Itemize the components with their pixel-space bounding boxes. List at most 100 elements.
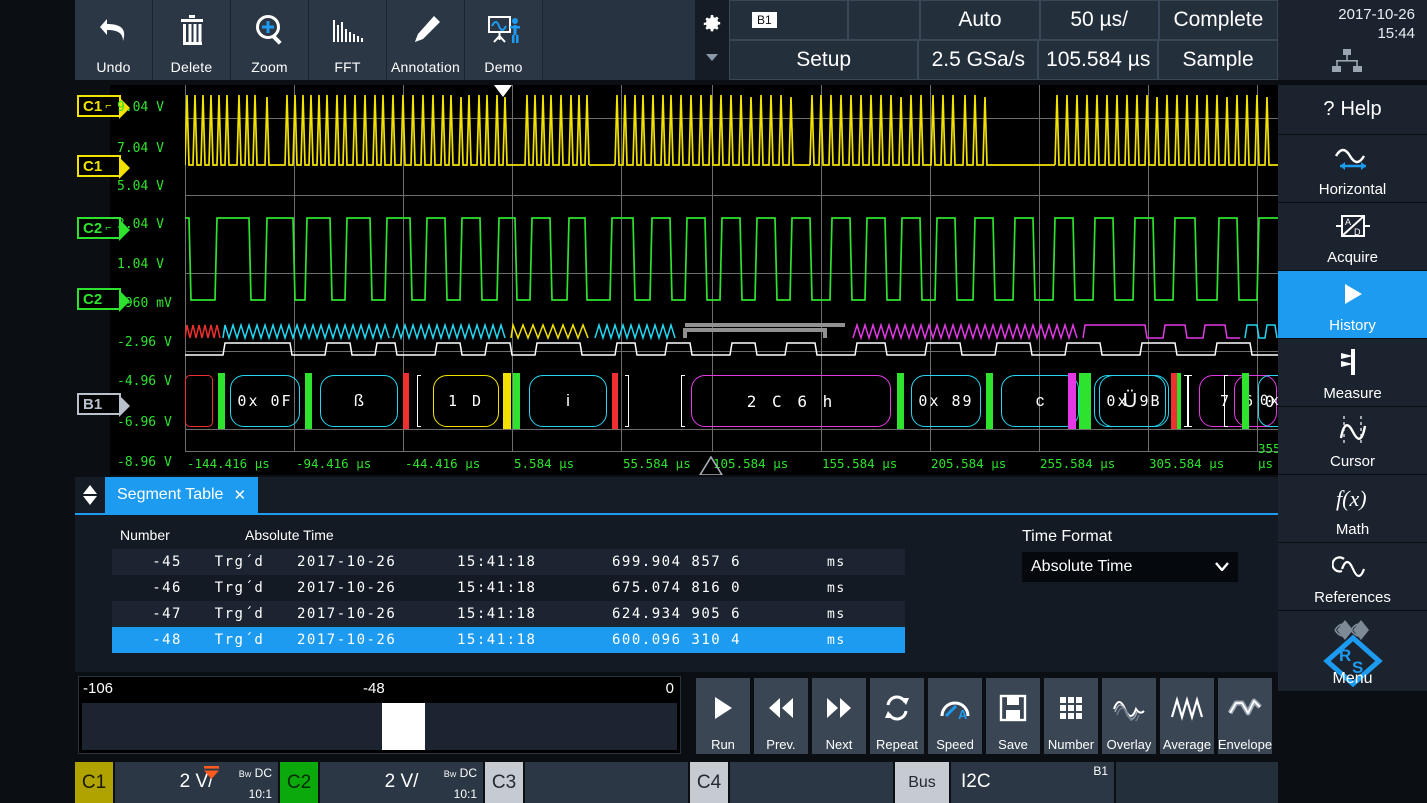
channel-tag-gutter [75, 85, 110, 475]
sidebar-item-references[interactable]: References [1278, 543, 1427, 611]
trigger-mode-cell[interactable]: Auto [920, 0, 1039, 40]
time-label: -44.416 µs [405, 456, 480, 471]
history-scrollbar[interactable]: -106 -48 0 [78, 676, 681, 754]
voltage-label: -960 mV [117, 296, 172, 311]
bus-key[interactable]: Bus [895, 762, 949, 803]
sidebar-item-math[interactable]: f(x) Math [1278, 475, 1427, 543]
channel-pane-c3[interactable] [525, 762, 688, 803]
voltage-label: 5.04 V [117, 179, 164, 194]
trigger-position-icon[interactable] [699, 456, 721, 473]
acq-state-cell[interactable]: Complete [1159, 0, 1278, 40]
table-row[interactable]: -45 Trg´d 2017-10-26 15:41:18 699.904 85… [112, 549, 905, 575]
svg-text:f(x): f(x) [1336, 486, 1367, 511]
time-text: 15:44 [1278, 24, 1415, 43]
cell-unit: ms [827, 581, 867, 596]
chevron-down-icon[interactable] [706, 48, 718, 66]
acq-time-cell[interactable]: 105.584 µs [1038, 40, 1158, 80]
gear-icon[interactable] [703, 15, 721, 38]
next-button[interactable]: Next [812, 678, 866, 754]
cell-state: Trg´d [182, 580, 297, 596]
bus-frame: Ü [1123, 390, 1137, 413]
bus-frame: c [1036, 391, 1045, 411]
voltage-label: -4.96 V [117, 374, 172, 389]
channel-key-c4[interactable]: C4 [690, 762, 728, 803]
average-button[interactable]: Average [1160, 678, 1214, 754]
save-button[interactable]: Save [986, 678, 1040, 754]
sidebar-item-menu[interactable]: RS Menu [1278, 611, 1427, 691]
svg-text:A: A [1345, 217, 1351, 227]
bus-badge-cell[interactable]: B1 [729, 0, 848, 40]
envelope-button[interactable]: Envelope [1218, 678, 1272, 754]
bus-frame: i [566, 391, 570, 411]
prev-button[interactable]: Prev. [754, 678, 808, 754]
bus-decode-tail[interactable]: 0x 06 B1 [1242, 373, 1278, 429]
bus-badge: B1 [752, 12, 777, 28]
channel-pane-c1[interactable]: 2 V/ BW Bw DCDC 10:1 [115, 762, 278, 803]
channel-key-c2[interactable]: C2 [280, 762, 318, 803]
datetime-display: 2017-10-26 15:44 [1278, 0, 1427, 80]
channel-tag-c1-trigger[interactable]: C1 ⌐ [77, 95, 121, 117]
average-wave-icon [1170, 678, 1204, 737]
channel-tag-c1[interactable]: C1 [77, 155, 121, 177]
bus-frame: 0x 06 [1260, 393, 1278, 409]
tab-segment-table[interactable]: Segment Table ✕ [105, 477, 258, 513]
next-label: Next [826, 737, 853, 752]
bus-protocol: I2C [961, 771, 991, 793]
number-button[interactable]: Number [1044, 678, 1098, 754]
c2-trigger-label: C2 [83, 220, 102, 237]
channel-key-c3[interactable]: C3 [485, 762, 523, 803]
repeat-button[interactable]: Repeat [870, 678, 924, 754]
sidebar-item-measure[interactable]: Measure [1278, 339, 1427, 407]
setup-cell[interactable]: Setup [729, 40, 918, 80]
history-transport-controls: Run Prev. Next Repeat A Speed Save Numbe… [696, 678, 1276, 754]
sidebar-item-acquire[interactable]: AD Acquire [1278, 203, 1427, 271]
bus-pane[interactable]: I2C B1 [951, 762, 1114, 803]
lan-icon[interactable] [1330, 49, 1364, 78]
sidebar-item-horizontal[interactable]: Horizontal [1278, 135, 1427, 203]
run-button[interactable]: Run [696, 678, 750, 754]
scrollbar-thumb[interactable] [382, 703, 425, 750]
fft-button[interactable]: FFT [309, 0, 387, 80]
sidebar-item-history[interactable]: History [1278, 271, 1427, 339]
waveform-display[interactable]: C1 ⌐ C1 C2 ⌐ C2 B1 9.04 V 7.04 V 5.04 V … [75, 85, 1278, 475]
timebase-cell[interactable]: 50 µs/ [1040, 0, 1159, 40]
delete-button[interactable]: Delete [153, 0, 231, 80]
channel-pane-c4[interactable] [730, 762, 893, 803]
average-label: Average [1163, 737, 1211, 752]
c2-bandwidth: BW DC [444, 766, 477, 780]
table-row[interactable]: -47 Trg´d 2017-10-26 15:41:18 624.934 90… [112, 601, 905, 627]
voltage-label: -2.96 V [117, 335, 172, 350]
sidebar-item-cursor[interactable]: Cursor [1278, 407, 1427, 475]
table-row[interactable]: -46 Trg´d 2017-10-26 15:41:18 675.074 81… [112, 575, 905, 601]
close-icon[interactable]: ✕ [233, 486, 246, 504]
channel-pane-c2[interactable]: 2 V/ BW DC 10:1 [320, 762, 483, 803]
run-label: Run [711, 737, 735, 752]
sidebar-item-help[interactable]: ? Help [1278, 85, 1427, 135]
sidebar-label-math: Math [1336, 521, 1369, 538]
scrollbar-track[interactable] [82, 703, 677, 750]
cell-state: Trg´d [182, 554, 297, 570]
speed-label: Speed [936, 737, 974, 752]
channel-key-c1[interactable]: C1 [75, 762, 113, 803]
right-sidebar: ? Help Horizontal AD Acquire History Me [1278, 85, 1427, 803]
annotation-button[interactable]: Annotation [387, 0, 465, 80]
acq-mode-cell[interactable]: Sample [1158, 40, 1278, 80]
trigger-symbol-icon-2: ⌐ [105, 222, 111, 234]
channel-tag-c2-trigger[interactable]: C2 ⌐ [77, 217, 121, 239]
zoom-button[interactable]: Zoom [231, 0, 309, 80]
table-row-selected[interactable]: -48 Trg´d 2017-10-26 15:41:18 600.096 31… [112, 627, 905, 653]
channel-tag-c2[interactable]: C2 [77, 288, 121, 310]
overlay-waves-icon [1112, 678, 1146, 737]
time-format-select[interactable]: Absolute Time [1022, 552, 1238, 582]
trigger-marker-top[interactable] [494, 85, 512, 97]
sample-rate-cell[interactable]: 2.5 GSa/s [918, 40, 1038, 80]
c2-label: C2 [83, 291, 102, 308]
panel-resize-spinner[interactable] [75, 477, 105, 513]
horizontal-wave-icon [1330, 135, 1376, 181]
channel-tag-b1[interactable]: B1 [77, 393, 121, 415]
cell-fraction: 624.934 905 6 [612, 606, 827, 622]
undo-button[interactable]: Undo [75, 0, 153, 80]
demo-button[interactable]: Demo [465, 0, 543, 80]
speed-button[interactable]: A Speed [928, 678, 982, 754]
overlay-button[interactable]: Overlay [1102, 678, 1156, 754]
